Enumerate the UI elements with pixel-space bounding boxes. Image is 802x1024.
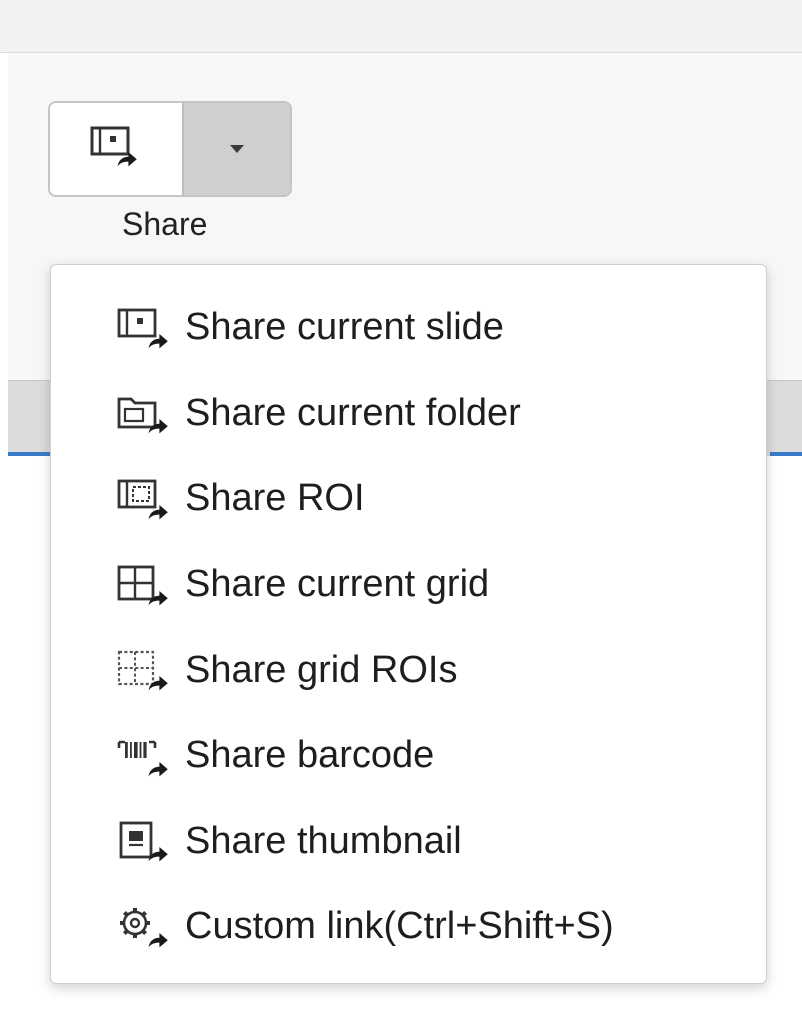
menu-item-share-thumbnail[interactable]: Share thumbnail — [51, 799, 766, 885]
share-dropdown-toggle[interactable] — [184, 103, 290, 195]
menu-item-share-current-slide[interactable]: Share current slide — [51, 285, 766, 371]
menu-item-label: Custom link(Ctrl+Shift+S) — [185, 905, 614, 948]
menu-item-custom-link[interactable]: Custom link(Ctrl+Shift+S) — [51, 884, 766, 970]
share-folder-icon — [115, 389, 175, 437]
share-barcode-icon — [115, 732, 175, 780]
menu-item-label: Share current slide — [185, 306, 504, 349]
share-slide-icon — [88, 124, 144, 175]
menu-item-label: Share ROI — [185, 477, 365, 520]
share-dropdown-menu: Share current slide Share current folder… — [50, 264, 767, 984]
menu-item-share-current-grid[interactable]: Share current grid — [51, 542, 766, 628]
share-split-button[interactable] — [48, 101, 292, 197]
menu-item-label: Share thumbnail — [185, 819, 462, 862]
share-thumbnail-icon — [115, 817, 175, 865]
menu-item-share-barcode[interactable]: Share barcode — [51, 713, 766, 799]
share-slide-icon — [115, 304, 175, 352]
menu-item-share-current-folder[interactable]: Share current folder — [51, 371, 766, 457]
menu-item-label: Share barcode — [185, 734, 435, 777]
share-button[interactable] — [50, 103, 184, 195]
custom-link-gear-icon — [115, 903, 175, 951]
left-strip — [0, 0, 8, 1024]
share-grid-icon — [115, 561, 175, 609]
menu-item-label: Share current grid — [185, 563, 490, 606]
menu-item-share-roi[interactable]: Share ROI — [51, 456, 766, 542]
menu-item-label: Share current folder — [185, 391, 521, 434]
share-button-label: Share — [122, 206, 208, 242]
top-bar — [0, 0, 802, 53]
menu-item-share-grid-rois[interactable]: Share grid ROIs — [51, 627, 766, 713]
caret-down-icon — [230, 145, 244, 153]
share-roi-icon — [115, 475, 175, 523]
menu-item-label: Share grid ROIs — [185, 648, 458, 691]
share-grid-rois-icon — [115, 646, 175, 694]
